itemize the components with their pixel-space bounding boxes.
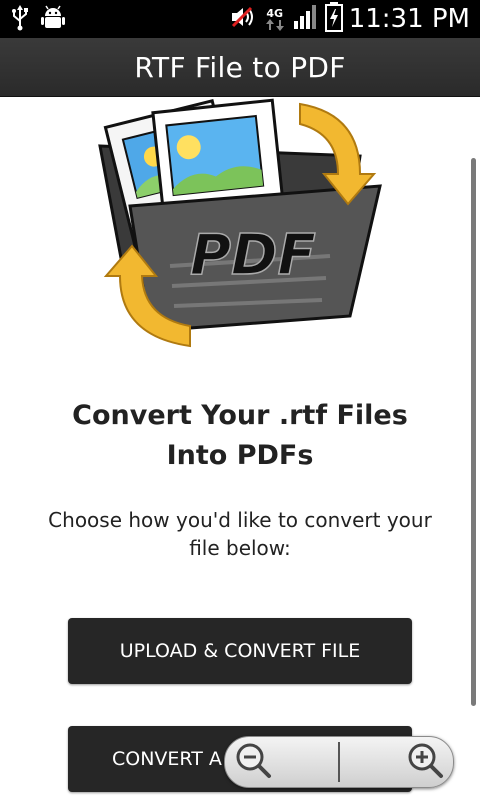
scrollbar[interactable] bbox=[471, 158, 476, 706]
network-4g-icon: 4G bbox=[263, 8, 287, 31]
status-time: 11:31 PM bbox=[348, 4, 470, 34]
convert-label: CONVERT A bbox=[112, 748, 222, 770]
android-debug-icon bbox=[40, 5, 66, 35]
logo-pdf-text: PDF bbox=[190, 223, 316, 288]
zoom-in-icon bbox=[405, 740, 445, 784]
status-left bbox=[10, 5, 66, 35]
upload-convert-label: UPLOAD & CONVERT FILE bbox=[119, 640, 361, 662]
zoom-out-icon bbox=[233, 740, 273, 784]
network-label: 4G bbox=[266, 6, 284, 20]
pdf-conversion-logo: PDF bbox=[90, 96, 390, 356]
sound-muted-icon bbox=[229, 4, 257, 34]
status-bar: 4G 11:31 PM bbox=[0, 0, 480, 38]
usb-icon bbox=[10, 5, 30, 35]
zoom-out-button[interactable] bbox=[225, 737, 338, 787]
zoom-control bbox=[224, 736, 454, 788]
battery-charging-icon bbox=[324, 2, 343, 36]
headline: Convert Your .rtf Files Into PDFs bbox=[72, 400, 408, 471]
zoom-in-button[interactable] bbox=[340, 737, 453, 787]
main-content: PDF Convert Your .rtf Files Into PDFs Ch… bbox=[0, 96, 480, 800]
instruction-text: Choose how you'd like to convert your fi… bbox=[48, 508, 432, 560]
app-title-bar: RTF File to PDF bbox=[0, 38, 480, 97]
status-right: 4G 11:31 PM bbox=[229, 2, 470, 36]
signal-icon bbox=[293, 3, 319, 35]
upload-convert-button[interactable]: UPLOAD & CONVERT FILE bbox=[68, 618, 412, 684]
app-title: RTF File to PDF bbox=[134, 50, 346, 84]
